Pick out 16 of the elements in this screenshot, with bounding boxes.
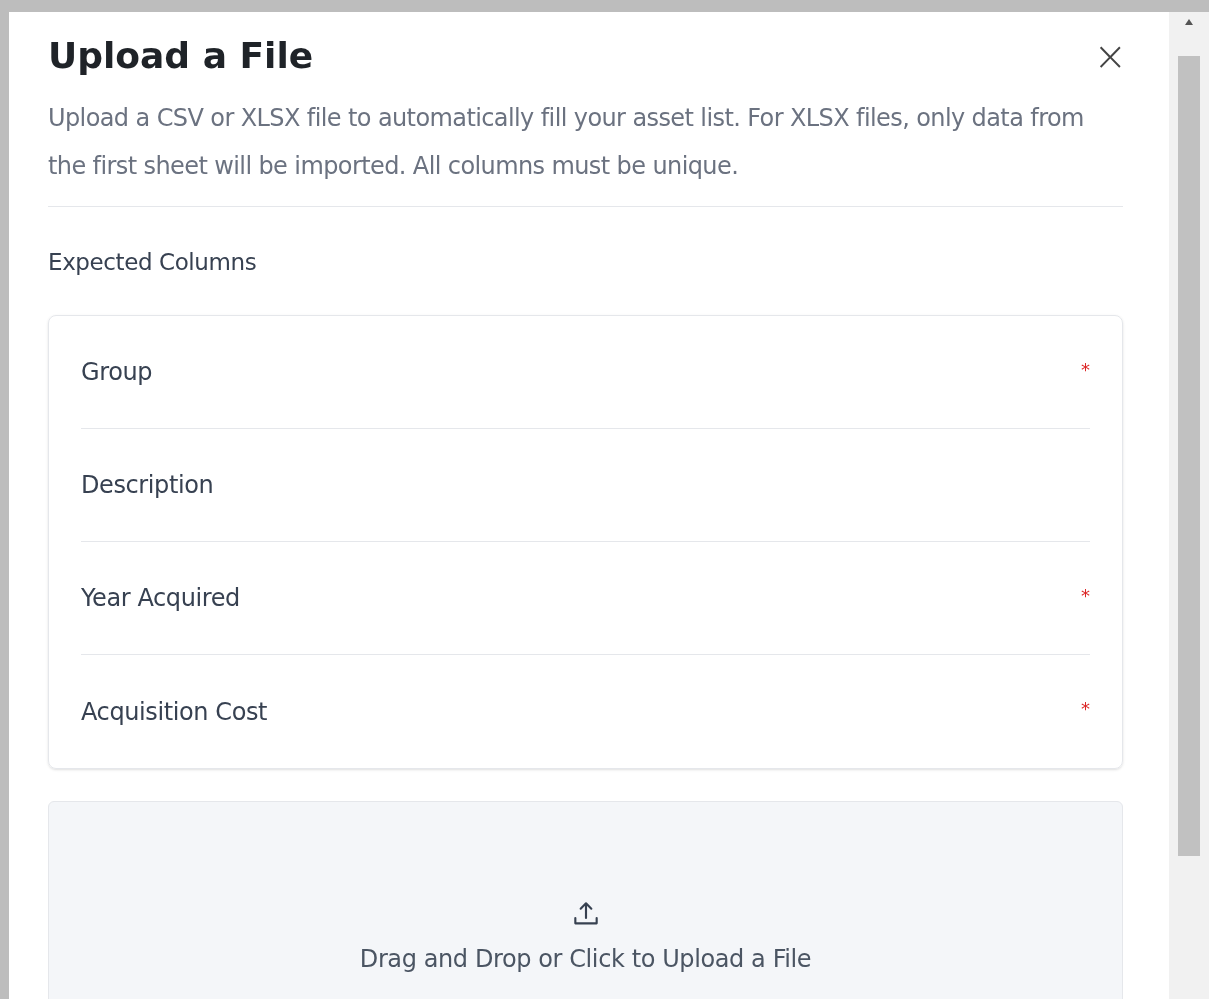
scroll-up-icon[interactable]	[1184, 18, 1194, 26]
column-name: Acquisition Cost	[81, 696, 268, 728]
column-name: Year Acquired	[81, 583, 240, 614]
scrollbar[interactable]	[1169, 12, 1209, 999]
required-mark: *	[1081, 584, 1090, 608]
dialog-title: Upload a File	[48, 36, 314, 76]
dropzone-label: Drag and Drop or Click to Upload a File	[359, 944, 812, 974]
scrollbar-thumb[interactable]	[1178, 56, 1200, 856]
close-button[interactable]: ×	[1085, 36, 1135, 76]
column-name: Description	[81, 470, 214, 501]
section-label: Expected Columns	[48, 248, 258, 277]
dialog-description: Upload a CSV or XLSX file to automatically fill your asset list. For XLSX files, only data from the first sheet will be imported. All columns must be unique.	[48, 103, 1085, 182]
required-mark: *	[1081, 358, 1090, 382]
column-name: Group	[81, 357, 153, 388]
required-mark: *	[1081, 697, 1090, 721]
upload-dropzone[interactable]: Drag and Drop or Click to Upload a File	[48, 801, 1123, 999]
